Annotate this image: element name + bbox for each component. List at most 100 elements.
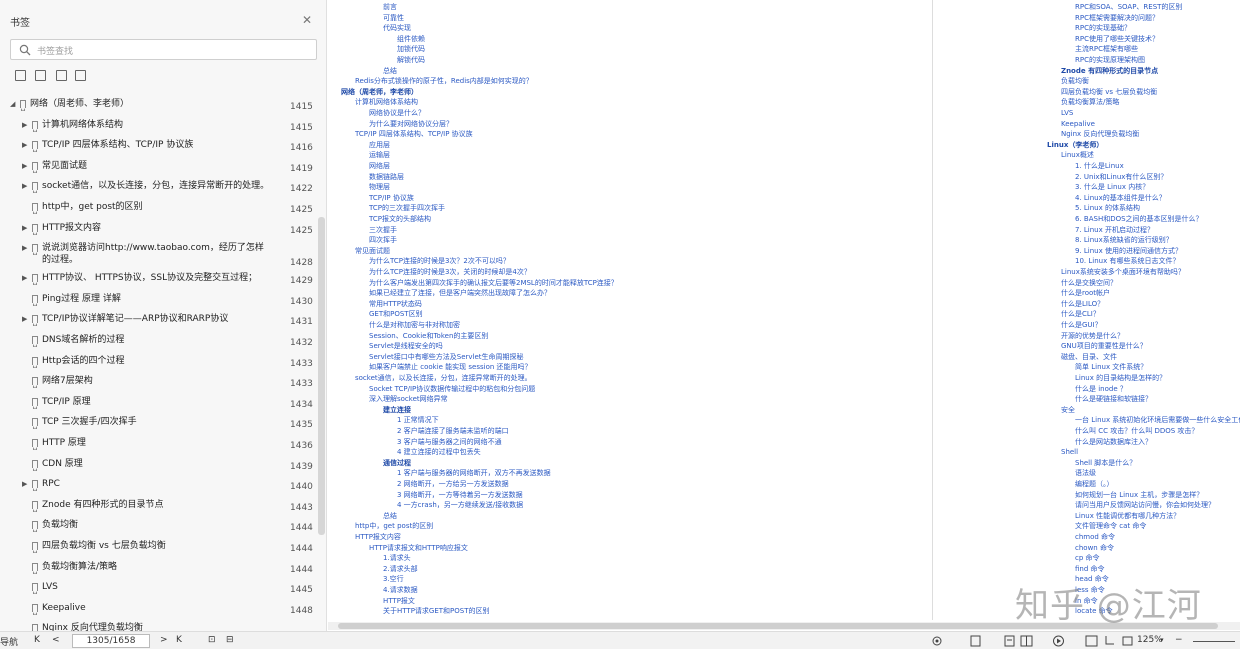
outline-entry[interactable]: 总结 [383,512,397,521]
outline-entry[interactable]: 什么是网站数据库注入？ [1075,438,1152,447]
outline-entry[interactable]: RPC的实现原理架构图 [1075,56,1145,65]
outline-entry[interactable]: 开源的优势是什么？ [1061,332,1124,341]
outline-entry[interactable]: 文件管理命令 cat 命令 [1075,522,1146,531]
outline-entry[interactable]: 请问当用户反馈网站访问慢，你会如何处理？ [1075,501,1215,510]
outline-entry[interactable]: Servlet是线程安全的吗 [369,342,443,351]
outline-entry[interactable]: 什么是硬链接和软链接？ [1075,395,1152,404]
outline-entry[interactable]: 什么是LILO？ [1061,300,1104,309]
outline-entry[interactable]: 7. Linux 开机启动过程？ [1075,226,1154,235]
expand-arrow-icon[interactable]: ▶ [22,160,30,172]
outline-entry[interactable]: 物理层 [369,183,390,192]
outline-entry[interactable]: 网络协议是什么？ [369,109,425,118]
close-icon[interactable]: ✕ [302,13,312,27]
outline-entry[interactable]: Nginx 反向代理负载均衡 [1061,130,1139,139]
outline-entry[interactable]: 1. 什么是Linux [1075,162,1124,171]
outline-entry[interactable]: 为什么TCP连接的时候是3次？2次不可以吗？ [369,257,510,266]
outline-entry[interactable]: 2 网络断开，一方给另一方发送数据 [397,480,509,489]
outline-entry[interactable]: Session、Cookie和Token的主要区别 [369,332,488,341]
fit-window-icon[interactable] [1121,635,1134,647]
eye-mode-icon[interactable] [930,635,944,647]
expand-arrow-icon[interactable]: ▶ [22,222,30,234]
outline-entry[interactable]: RPC使用了哪些关键技术？ [1075,35,1159,44]
outline-entry[interactable]: Linux（李老师） [1047,141,1103,150]
outline-entry[interactable]: 前言 [383,3,397,12]
outline-entry[interactable]: 为什么客户端发出第四次挥手的确认报文后要等2MSL的时间才能释放TCP连接？ [369,279,618,288]
outline-entry[interactable]: 3. 什么是 Linux 内核？ [1075,183,1149,192]
outline-entry[interactable]: 四次挥手 [369,236,397,245]
outline-entry[interactable]: Redis分布式锁操作的原子性，Redis内部是如何实现的？ [355,77,533,86]
last-page-button[interactable]: K [176,635,182,645]
crop-icon[interactable] [1103,635,1116,647]
outline-entry[interactable]: 如果客户端禁止 cookie 能实现 session 还能用吗？ [369,363,532,372]
play-icon[interactable] [1052,635,1065,647]
outline-entry[interactable]: 1 客户端与服务器的网络断开，双方不再发送数据 [397,469,551,478]
outline-entry[interactable]: 3 客户端与服务器之间的网络不通 [397,438,502,447]
outline-entry[interactable]: 什么是GUI？ [1061,321,1102,330]
outline-entry[interactable]: Linux 性能调优都有哪几种方法？ [1075,512,1180,521]
outline-entry[interactable]: socket通信，以及长连接，分包，连接异常断开的处理。 [355,374,532,383]
outline-entry[interactable]: 三次握手 [369,226,397,235]
outline-entry[interactable]: 5. Linux 的体系结构 [1075,204,1140,213]
expand-arrow-icon[interactable]: ▶ [22,180,30,192]
bookmark-search-input[interactable]: 书签查找 [10,39,317,60]
zoom-out-button[interactable]: − [1175,635,1183,645]
outline-entry[interactable]: Servlet接口中有哪些方法及Servlet生命周期探秘 [369,353,524,362]
outline-entry[interactable]: 安全 [1061,406,1075,415]
bookmark-list-icon[interactable] [75,70,86,81]
two-page-icon[interactable] [1020,635,1033,647]
outline-entry[interactable]: 3.空行 [383,575,404,584]
outline-entry[interactable]: 什么是root帐户 [1061,289,1110,298]
outline-entry[interactable]: 为什么要对网络协议分层？ [369,120,453,129]
outline-entry[interactable]: 一台 Linux 系统初始化环境后需要做一些什么安全工作？ [1075,416,1240,425]
next-page-button[interactable]: > [160,635,168,645]
outline-entry[interactable]: 8. Linux系统缺省的运行级别？ [1075,236,1173,245]
outline-entry[interactable]: HTTP请求报文和HTTP响应报文 [369,544,468,553]
outline-entry[interactable]: Keepalive [1061,120,1095,129]
outline-entry[interactable]: RPC的实现基础？ [1075,24,1131,33]
outline-entry[interactable]: Shell [1061,448,1078,457]
expand-arrow-icon[interactable]: ▶ [22,478,30,490]
fit-page-icon[interactable]: ⊡ [208,635,216,645]
outline-entry[interactable]: 4 建立连接的过程中包丢失 [397,448,481,457]
outline-entry[interactable]: 什么是CLI？ [1061,310,1100,319]
outline-entry[interactable]: HTTP报文内容 [355,533,401,542]
outline-entry[interactable]: 4.请求数据 [383,586,418,595]
outline-entry[interactable]: HTTP报文 [383,597,415,606]
actual-size-icon[interactable] [1085,635,1098,647]
outline-entry[interactable]: http中，get post的区别 [355,522,433,531]
outline-entry[interactable]: 深入理解socket网络异常 [369,395,448,404]
outline-entry[interactable]: 负载均衡 [1061,77,1089,86]
expand-arrow-icon[interactable]: ▶ [22,119,30,131]
outline-entry[interactable]: 应用层 [369,141,390,150]
outline-entry[interactable]: GNU项目的重要性是什么？ [1061,342,1147,351]
outline-entry[interactable]: Shell 脚本是什么？ [1075,459,1136,468]
single-page-icon[interactable] [969,635,982,647]
outline-entry[interactable]: 解锁代码 [397,56,425,65]
first-page-button[interactable]: K [34,635,40,645]
outline-entry[interactable]: 什么是 inode ？ [1075,385,1127,394]
outline-entry[interactable]: 网络（周老师，李老师） [341,88,418,97]
expand-all-icon[interactable] [15,70,26,81]
outline-entry[interactable]: 简单 Linux 文件系统？ [1075,363,1147,372]
fit-width-icon[interactable]: ⊟ [226,635,234,645]
page-number-input[interactable]: 1305/1658 [72,634,150,648]
outline-entry[interactable]: 9. Linux 使用的进程间通信方式？ [1075,247,1182,256]
outline-entry[interactable]: 总结 [383,67,397,76]
continuous-page-icon[interactable] [1003,635,1016,647]
outline-entry[interactable]: 什么是交换空间？ [1061,279,1117,288]
outline-entry[interactable]: 通信过程 [383,459,411,468]
outline-entry[interactable]: 常见面试题 [355,247,390,256]
outline-entry[interactable]: 磁盘、目录、文件 [1061,353,1117,362]
outline-entry[interactable]: 如果已经建立了连接，但是客户端突然出现故障了怎么办？ [369,289,551,298]
outline-entry[interactable]: chmod 命令 [1075,533,1115,542]
outline-entry[interactable]: 主流RPC框架有哪些 [1075,45,1138,54]
outline-entry[interactable]: 2. Unix和Linux有什么区别？ [1075,173,1167,182]
nav-label[interactable]: 导航 [0,635,18,648]
outline-entry[interactable]: 什么叫 CC 攻击？什么叫 DDOS 攻击？ [1075,427,1198,436]
outline-entry[interactable]: RPC和SOA、SOAP、REST的区别 [1075,3,1182,12]
outline-entry[interactable]: TCP的三次握手四次挥手 [369,204,445,213]
expand-arrow-icon[interactable]: ▶ [22,272,30,284]
zoom-dropdown-icon[interactable]: ▾ [1160,636,1164,644]
outline-entry[interactable]: cp 命令 [1075,554,1100,563]
outline-entry[interactable]: 什么是对称加密与非对称加密 [369,321,460,330]
